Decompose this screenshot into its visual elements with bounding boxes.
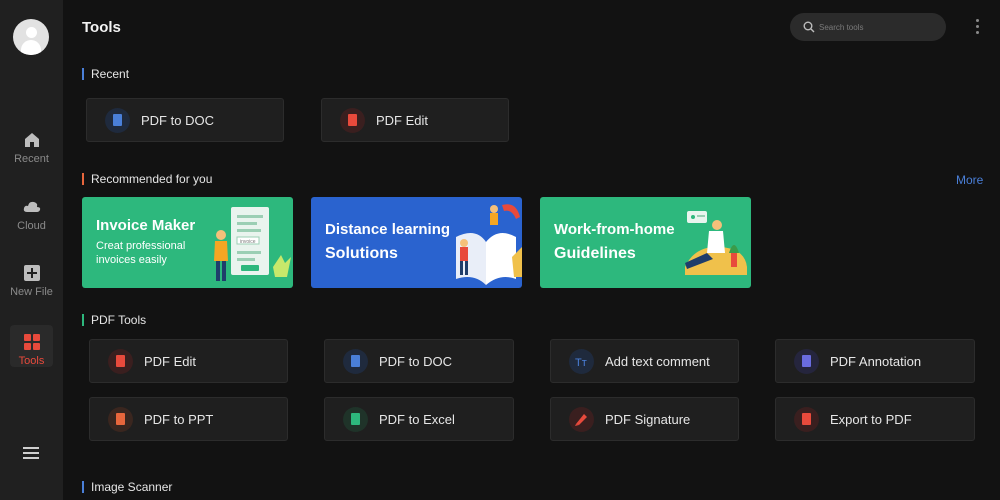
sidebar-item-label: New File xyxy=(10,286,53,298)
search-icon xyxy=(803,21,815,33)
tool-label: PDF to DOC xyxy=(379,354,452,369)
signature-icon xyxy=(569,407,594,432)
doc-icon xyxy=(343,349,368,374)
doc-icon xyxy=(105,108,130,133)
recent-item-label: PDF Edit xyxy=(376,113,429,128)
banner-subtitle: Solutions xyxy=(325,245,398,262)
tool-label: PDF Annotation xyxy=(830,354,922,369)
sidebar-item-label: Cloud xyxy=(17,220,46,232)
sidebar: Recent Cloud New File Tools xyxy=(0,0,63,500)
tool-label: Export to PDF xyxy=(830,412,912,427)
banner-work-from-home[interactable]: Work-from-home Guidelines xyxy=(540,197,751,288)
tool-pdf-signature[interactable]: PDF Signature xyxy=(550,397,739,441)
page-title: Tools xyxy=(82,19,121,36)
section-title-image-scanner: Image Scanner xyxy=(82,480,172,494)
tool-label: Add text comment xyxy=(605,354,710,369)
more-options-icon[interactable] xyxy=(973,19,981,37)
search-bar[interactable] xyxy=(790,13,946,41)
excel-icon xyxy=(343,407,368,432)
avatar[interactable] xyxy=(13,19,49,55)
menu-icon[interactable] xyxy=(23,447,39,461)
sidebar-item-tools[interactable]: Tools xyxy=(0,325,63,367)
tool-pdf-annotation[interactable]: PDF Annotation xyxy=(775,339,975,383)
search-input[interactable] xyxy=(819,19,939,35)
more-link[interactable]: More xyxy=(956,173,983,187)
pdf-edit-icon xyxy=(340,108,365,133)
sidebar-item-label: Tools xyxy=(18,355,45,367)
tools-grid-icon xyxy=(23,334,40,350)
banner-distance-learning[interactable]: Distance learning Solutions xyxy=(311,197,522,288)
badge-text: invoice xyxy=(240,239,256,245)
banner-subtitle: invoices easily xyxy=(96,254,167,266)
banner-subtitle: Creat professional xyxy=(96,240,186,252)
sidebar-item-cloud[interactable]: Cloud xyxy=(0,198,63,232)
tool-label: PDF Signature xyxy=(605,412,691,427)
tool-export-to-pdf[interactable]: Export to PDF xyxy=(775,397,975,441)
banner-subtitle: Guidelines xyxy=(554,245,636,262)
section-title-recent: Recent xyxy=(82,67,129,81)
learning-illustration xyxy=(456,204,522,285)
export-pdf-icon xyxy=(794,407,819,432)
recent-item-pdf-to-doc[interactable]: PDF to DOC xyxy=(86,98,284,142)
recent-item-pdf-edit[interactable]: PDF Edit xyxy=(321,98,509,142)
banner-title: Invoice Maker xyxy=(96,217,196,234)
tool-add-text-comment[interactable]: Tт Add text comment xyxy=(550,339,739,383)
work-from-home-illustration xyxy=(685,211,747,275)
svg-text:Tт: Tт xyxy=(575,357,587,369)
new-file-icon xyxy=(23,265,40,281)
tool-label: PDF Edit xyxy=(144,354,197,369)
tool-pdf-to-excel[interactable]: PDF to Excel xyxy=(324,397,514,441)
sidebar-item-recent[interactable]: Recent xyxy=(0,131,63,165)
banner-invoice-maker[interactable]: Invoice Maker Creat professional invoice… xyxy=(82,197,293,288)
tool-label: PDF to Excel xyxy=(379,412,455,427)
tool-pdf-to-doc[interactable]: PDF to DOC xyxy=(324,339,514,383)
banner-title: Distance learning xyxy=(325,221,451,238)
sidebar-item-new-file[interactable]: New File xyxy=(0,264,63,298)
home-icon xyxy=(24,133,39,147)
sidebar-item-label: Recent xyxy=(14,153,49,165)
text-comment-icon: Tт xyxy=(569,349,594,374)
annotation-icon xyxy=(794,349,819,374)
invoice-illustration: invoice xyxy=(214,207,291,281)
cloud-icon xyxy=(23,201,40,212)
section-title-recommended: Recommended for you xyxy=(82,172,212,186)
banner-title: Work-from-home xyxy=(554,221,675,238)
section-title-pdf-tools: PDF Tools xyxy=(82,313,146,327)
tool-pdf-to-ppt[interactable]: PDF to PPT xyxy=(89,397,288,441)
recent-item-label: PDF to DOC xyxy=(141,113,214,128)
ppt-icon xyxy=(108,407,133,432)
tool-label: PDF to PPT xyxy=(144,412,214,427)
pdf-edit-icon xyxy=(108,349,133,374)
tool-pdf-edit[interactable]: PDF Edit xyxy=(89,339,288,383)
